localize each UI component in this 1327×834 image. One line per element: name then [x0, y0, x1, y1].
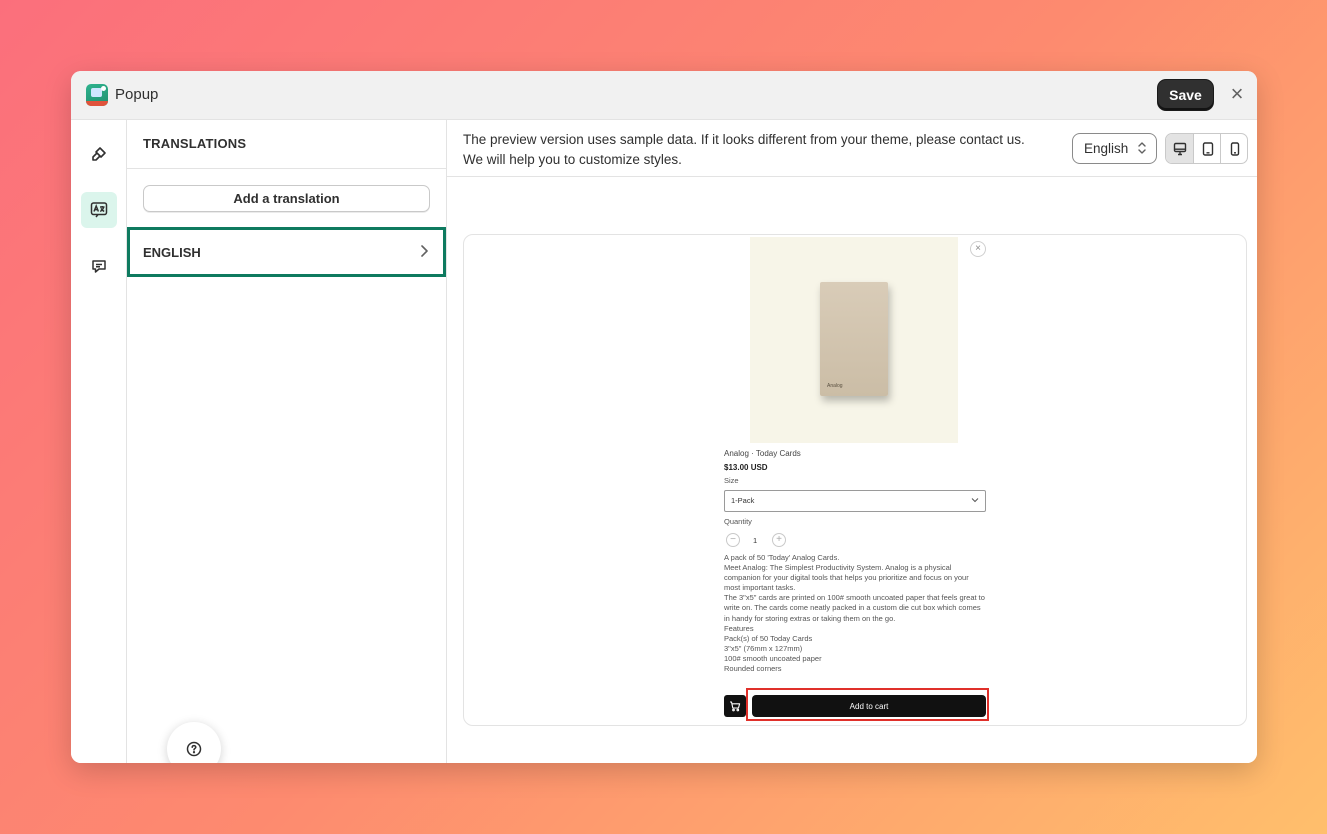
question-icon — [186, 741, 202, 757]
description-line: A pack of 50 'Today' Analog Cards. — [724, 553, 840, 562]
divider — [447, 176, 1257, 177]
add-translation-button[interactable]: Add a translation — [143, 185, 430, 212]
language-select[interactable]: English — [1072, 133, 1157, 164]
cart-icon — [730, 701, 741, 712]
product-image: Analog — [750, 237, 958, 443]
divider — [127, 168, 446, 169]
tablet-icon — [1202, 141, 1213, 156]
brush-icon — [92, 147, 106, 161]
translations-heading: TRANSLATIONS — [143, 136, 247, 151]
description-line: The 3"x5" cards are printed on 100# smoo… — [724, 593, 985, 603]
popup-preview: Analog × Analog · Today Cards $13.00 USD… — [463, 234, 1247, 726]
save-button[interactable]: Save — [1158, 80, 1213, 110]
quantity-value: 1 — [753, 536, 758, 545]
title-bar: Popup Save × — [71, 71, 1257, 120]
quantity-label: Quantity — [724, 517, 752, 526]
desktop-view-button[interactable] — [1166, 134, 1193, 163]
popup-editor-modal: Popup Save × TRANSLATIONS Add a translat… — [71, 71, 1257, 763]
select-arrows-icon — [1138, 142, 1146, 154]
language-select-value: English — [1084, 141, 1129, 156]
size-label: Size — [724, 476, 739, 485]
description-line: Pack(s) of 50 Today Cards — [724, 633, 813, 643]
preview-area: The preview version uses sample data. If… — [447, 120, 1257, 763]
quantity-decrease-button[interactable]: − — [726, 533, 740, 547]
description-line: Features — [724, 623, 754, 633]
product-description: A pack of 50 'Today' Analog Cards. Meet … — [724, 553, 989, 674]
translate-icon — [90, 202, 108, 218]
translation-item-label: ENGLISH — [143, 245, 201, 260]
description-line: Meet Analog: The Simplest Productivity S… — [724, 563, 952, 573]
quantity-increase-button[interactable]: + — [772, 533, 786, 547]
mobile-view-button[interactable] — [1221, 134, 1247, 163]
description-line: 3"x5" (76mm x 127mm) — [724, 643, 803, 653]
tablet-view-button[interactable] — [1194, 134, 1221, 163]
description-line: Rounded corners — [724, 664, 782, 674]
close-icon[interactable]: × — [1228, 83, 1246, 105]
translations-panel: TRANSLATIONS Add a translation ENGLISH — [127, 120, 447, 763]
rail-item-messages[interactable] — [81, 248, 117, 284]
notice-line-2: We will help you to customize styles. — [463, 152, 682, 167]
rail-item-design[interactable] — [81, 136, 117, 172]
desktop-icon — [1173, 142, 1186, 155]
description-line: companion for your digital tools that he… — [724, 573, 969, 583]
description-line: write on. The cards come neatly packed i… — [724, 603, 981, 613]
chevron-down-icon — [971, 498, 979, 503]
comment-icon — [92, 260, 106, 273]
product-price: $13.00 USD — [724, 463, 768, 472]
description-line: in handy for storing extras or taking th… — [724, 613, 896, 623]
size-select-value: 1-Pack — [731, 496, 755, 505]
icon-rail — [71, 120, 127, 763]
popup-close-icon[interactable]: × — [970, 241, 986, 257]
mobile-icon — [1230, 141, 1239, 156]
translation-item-english[interactable]: ENGLISH — [127, 227, 446, 277]
preview-notice: The preview version uses sample data. If… — [463, 130, 1063, 170]
device-toggle-group — [1165, 133, 1248, 164]
cart-icon-button[interactable] — [724, 695, 746, 717]
description-line: 100# smooth uncoated paper — [724, 653, 822, 663]
description-line: most important tasks. — [724, 583, 796, 593]
box-label: Analog — [827, 383, 843, 389]
size-select[interactable]: 1-Pack — [724, 490, 986, 512]
notice-line-1: The preview version uses sample data. If… — [463, 132, 1025, 147]
app-title: Popup — [115, 86, 159, 103]
app-logo — [86, 84, 108, 106]
rail-item-translations[interactable] — [81, 192, 117, 228]
help-button[interactable] — [167, 722, 221, 763]
card-box-image: Analog — [820, 282, 888, 396]
add-to-cart-button[interactable]: Add to cart — [752, 695, 986, 717]
product-title: Analog · Today Cards — [724, 449, 801, 458]
chevron-right-icon — [421, 245, 428, 257]
